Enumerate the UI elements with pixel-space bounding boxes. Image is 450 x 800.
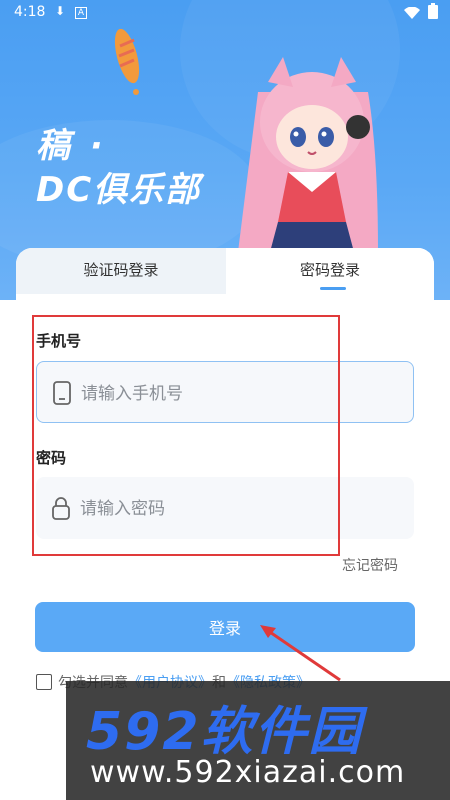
login-button[interactable]: 登录 bbox=[35, 602, 415, 652]
wifi-icon bbox=[403, 6, 420, 19]
active-tab-indicator bbox=[320, 287, 346, 290]
anime-mascot-image bbox=[238, 57, 378, 252]
watermark-banner: 592软件园 www.592xiazai.com bbox=[66, 681, 450, 800]
brand-title-line1: 稿 · bbox=[36, 126, 107, 166]
tab-sms-login[interactable]: 验证码登录 bbox=[16, 248, 226, 294]
status-time: 4:18 bbox=[14, 4, 46, 20]
surfboard-icon bbox=[114, 28, 140, 95]
brand-title-line2: DC俱乐部 bbox=[36, 170, 202, 210]
a-icon: A bbox=[74, 7, 88, 19]
annotation-highlight-box bbox=[32, 315, 340, 556]
status-bar: 4:18 ⬇ A bbox=[0, 0, 450, 26]
notification-icons: ⬇ A bbox=[55, 4, 88, 19]
system-icons bbox=[403, 3, 438, 23]
agreement-checkbox[interactable] bbox=[36, 674, 52, 690]
download-icon: ⬇ bbox=[55, 4, 66, 18]
forgot-password-link[interactable]: 忘记密码 bbox=[342, 555, 398, 575]
watermark-url: www.592xiazai.com bbox=[90, 755, 406, 790]
watermark-brand: 592软件园 bbox=[86, 702, 363, 762]
battery-icon bbox=[428, 3, 438, 19]
